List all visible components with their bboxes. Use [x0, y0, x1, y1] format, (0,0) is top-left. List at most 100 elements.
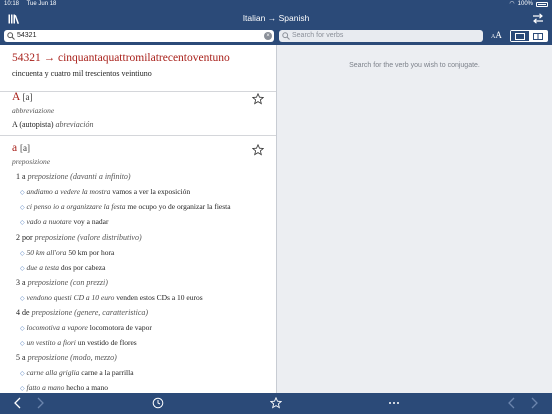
sense-line: 2 por preposizione (valore distributivo) — [16, 233, 142, 242]
wifi-icon: ◠ — [509, 1, 515, 7]
search-query: 54321 — [17, 32, 37, 39]
font-size-large-label: A — [495, 30, 502, 40]
sense-note: (con prezzi) — [70, 278, 108, 287]
example-italian: andiamo a vedere la mostra — [26, 187, 111, 196]
split-pane-button[interactable] — [529, 31, 547, 41]
example-spanish: voy a nadar — [73, 217, 109, 226]
sense-category: preposizione — [27, 353, 69, 362]
battery-icon — [536, 2, 548, 7]
page-title: Italian → Spanish — [242, 13, 310, 23]
example-line: ◇ 50 km all'ora 50 km por hora — [20, 248, 114, 257]
example-spanish: vamos a ver la exposición — [112, 187, 191, 196]
sense-note: (modo, mezzo) — [70, 353, 117, 362]
example-spanish: un vestido de flores — [77, 338, 137, 347]
example-line: ◇ fatto a mano hecho a mano — [20, 383, 108, 392]
bullet-icon: ◇ — [20, 386, 25, 392]
number-headword: 54321 → cinquantaquattromilatrecentovent… — [12, 52, 230, 64]
swap-languages-icon[interactable] — [532, 13, 544, 24]
forward-icon[interactable] — [34, 397, 46, 409]
conjugate-hint: Search for the verb you wish to conjugat… — [349, 62, 480, 69]
search-icon — [7, 32, 15, 40]
more-icon[interactable] — [388, 397, 400, 409]
sense-note: (genere, caratteristica) — [74, 308, 149, 317]
example-spanish: dos por cabeza — [60, 263, 106, 272]
part-of-speech: abbreviazione — [12, 106, 55, 115]
sense-line: 4 de preposizione (genere, caratteristic… — [16, 308, 148, 317]
translation: A (autopista) — [12, 120, 54, 129]
back-icon[interactable] — [12, 397, 24, 409]
favorite-star-icon[interactable] — [252, 93, 264, 105]
favorite-star-icon[interactable] — [252, 144, 264, 156]
example-spanish: hecho a mano — [66, 383, 108, 392]
entry-a: a [a] preposizione — [12, 142, 267, 166]
history-icon[interactable] — [152, 397, 164, 409]
sense-number: 2 por — [16, 233, 33, 242]
conjugation-pane: Search for the verb you wish to conjugat… — [277, 45, 552, 393]
example-line: ◇ vendono questi CD a 10 euro venden est… — [20, 293, 203, 302]
number-entry: 54321 → cinquantaquattromilatrecentovent… — [12, 52, 267, 78]
bullet-icon: ◇ — [20, 266, 25, 272]
sense-number: 3 a — [16, 278, 26, 287]
verb-search-placeholder: Search for verbs — [292, 32, 344, 39]
bullet-icon: ◇ — [20, 296, 25, 302]
back-icon[interactable] — [506, 397, 518, 409]
sense-category: preposizione — [27, 278, 69, 287]
bottom-toolbar — [0, 393, 552, 414]
sense-category: preposizione — [31, 308, 73, 317]
part-of-speech: preposizione — [12, 157, 51, 166]
dictionary-search-input[interactable]: 54321 × — [4, 30, 274, 42]
example-italian: ci penso io a organizzare la festa — [26, 202, 126, 211]
example-line: ◇ carne alla griglia carne a la parrilla — [20, 368, 134, 377]
verb-search-input[interactable]: Search for verbs — [279, 30, 483, 42]
bullet-icon: ◇ — [20, 220, 25, 226]
example-line: ◇ un vestito a fiori un vestido de flore… — [20, 338, 137, 347]
status-date: Tue Jun 18 — [26, 1, 57, 7]
sense-category: preposizione — [34, 233, 76, 242]
example-italian: 50 km all'ora — [26, 248, 67, 257]
bullet-icon: ◇ — [20, 205, 25, 211]
sense-number: 1 a — [16, 172, 26, 181]
navigation-bar: Italian → Spanish — [0, 9, 552, 29]
layout-toggle[interactable] — [510, 30, 548, 42]
pronunciation: [a] — [19, 143, 30, 153]
example-spanish: carne a la parrilla — [81, 368, 134, 377]
sense-number: 5 a — [16, 353, 26, 362]
example-italian: un vestito a fiori — [26, 338, 76, 347]
sense-note: (davanti a infinito) — [70, 172, 131, 181]
bullet-icon: ◇ — [20, 190, 25, 196]
search-bar: 54321 × Search for verbs AA — [0, 29, 552, 45]
dictionary-results: 54321 → cinquantaquattromilatrecentovent… — [0, 45, 276, 393]
bullet-icon: ◇ — [20, 371, 25, 377]
sense-line: 5 a preposizione (modo, mezzo) — [16, 353, 117, 362]
example-italian: vendono questi CD a 10 euro — [26, 293, 115, 302]
example-italian: locomotiva a vapore — [26, 323, 88, 332]
example-line: ◇ ci penso io a organizzare la festa me … — [20, 202, 231, 211]
split-pane-icon — [533, 32, 543, 40]
example-italian: due a testa — [26, 263, 60, 272]
example-line: ◇ vado a nuotare voy a nadar — [20, 217, 109, 226]
font-size-button[interactable]: AA — [491, 30, 502, 40]
example-line: ◇ locomotiva a vapore locomotora de vapo… — [20, 323, 152, 332]
translation-category: abreviación — [55, 120, 94, 129]
headword: A — [12, 91, 20, 103]
example-italian: vado a nuotare — [26, 217, 72, 226]
example-spanish: venden estos CDs a 10 euros — [116, 293, 203, 302]
headword: a — [12, 142, 18, 154]
example-spanish: me ocupo yo de organizar la fiesta — [127, 202, 231, 211]
single-pane-icon — [515, 32, 525, 40]
battery-percent: 100% — [517, 1, 533, 7]
favorites-icon[interactable] — [270, 397, 282, 409]
entry-A: A [a] abbreviazione A (autopista) abrevi… — [12, 91, 267, 130]
example-italian: carne alla griglia — [26, 368, 80, 377]
example-spanish: 50 km por hora — [68, 248, 115, 257]
example-line: ◇ andiamo a vedere la mostra vamos a ver… — [20, 187, 190, 196]
bullet-icon: ◇ — [20, 341, 25, 347]
entry-divider — [0, 135, 276, 136]
sense-number: 4 de — [16, 308, 30, 317]
clear-search-icon[interactable]: × — [264, 32, 272, 40]
single-pane-button[interactable] — [511, 31, 529, 41]
bullet-icon: ◇ — [20, 251, 25, 257]
forward-icon[interactable] — [528, 397, 540, 409]
status-time: 10:18 — [4, 1, 20, 7]
sense-category: preposizione — [27, 172, 69, 181]
